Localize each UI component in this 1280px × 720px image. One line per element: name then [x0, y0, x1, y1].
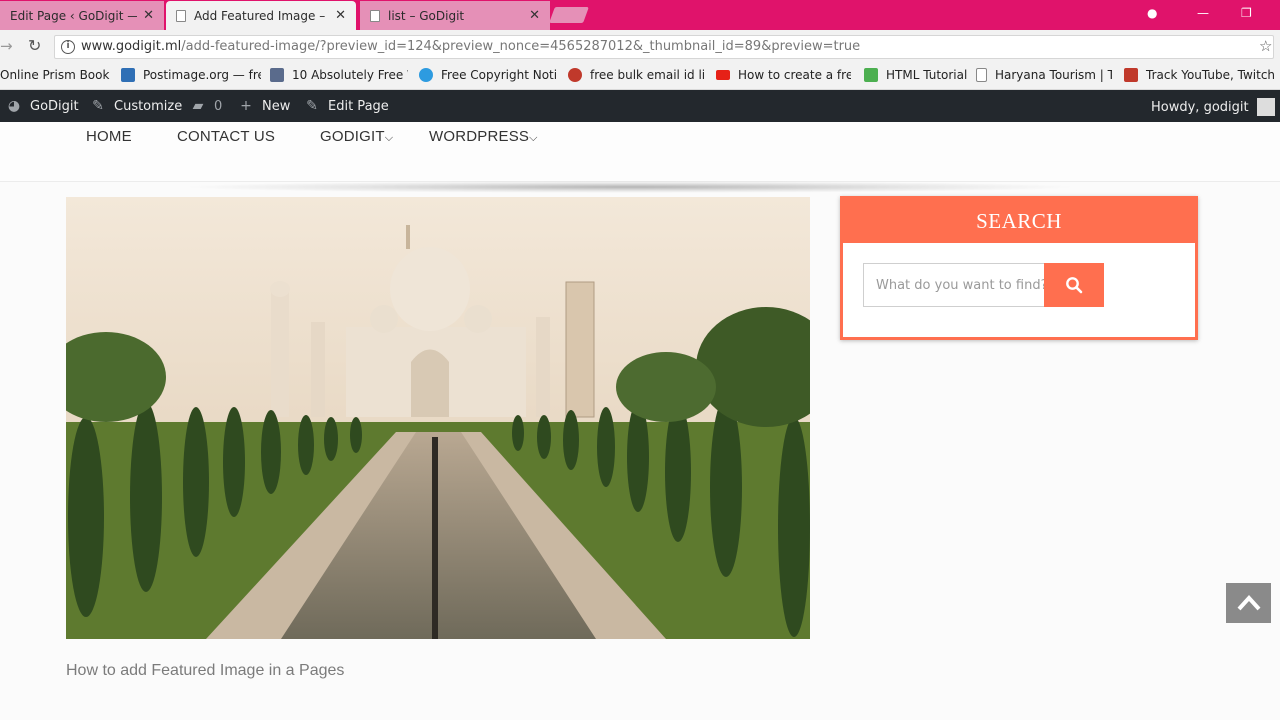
admin-edit-page-label: Edit Page [328, 98, 389, 114]
bookmark-label: Track YouTube, Twitch [1146, 68, 1276, 82]
star-icon[interactable]: ☆ [1259, 37, 1272, 55]
chevron-up-icon [1237, 595, 1260, 611]
bookmark-label: Free Copyright Notice [441, 68, 557, 82]
reload-icon[interactable]: ↻ [28, 36, 41, 55]
divider-shadow [180, 181, 1080, 193]
featured-image [66, 197, 810, 639]
nav-label: GODIGIT [320, 128, 385, 145]
browser-tab-strip: Edit Page ‹ GoDigit — W ✕ Add Featured I… [0, 0, 1280, 30]
address-bar-row: → ↻ i www.godigit.ml/add-featured-image/… [0, 30, 1280, 63]
close-icon[interactable]: ✕ [335, 8, 346, 23]
scroll-to-top-button[interactable] [1226, 583, 1271, 623]
close-icon[interactable]: ✕ [529, 8, 540, 23]
youtube-icon [716, 70, 730, 80]
bookmarks-bar: Online Prism Books P Postimage.org — fre… [0, 63, 1280, 90]
comments-count: 0 [214, 98, 223, 114]
search-button[interactable] [1044, 263, 1104, 307]
nav-label: WORDPRESS [429, 128, 530, 145]
bookmark-item[interactable]: HTML Tutorial [864, 68, 968, 82]
search-icon [1066, 277, 1083, 294]
postimage-icon [121, 68, 135, 82]
bookmark-label: HTML Tutorial [886, 68, 968, 82]
url-field[interactable]: i www.godigit.ml/add-featured-image/?pre… [54, 35, 1274, 59]
bookmark-favicon [568, 68, 582, 82]
admin-customize-link[interactable]: ✎ Customize [90, 98, 182, 114]
w3-icon [864, 68, 878, 82]
tab-title: Edit Page ‹ GoDigit — W [10, 8, 137, 23]
site-nav: HOME CONTACT US GODIGIT⌵ WORDPRESS⌵ [0, 122, 1280, 182]
nav-home[interactable]: HOME [86, 128, 132, 145]
bookmark-item[interactable]: Online Prism Books P [0, 68, 110, 82]
page-icon [176, 9, 186, 22]
howdy-label: Howdy, godigit [1151, 99, 1249, 115]
comment-icon: ▰ [192, 98, 204, 114]
avatar [1256, 98, 1275, 116]
chart-icon [1124, 68, 1138, 82]
page-icon [976, 68, 987, 82]
admin-edit-page-link[interactable]: ✎ Edit Page [304, 98, 389, 114]
admin-new-label: New [262, 98, 291, 114]
bookmark-item[interactable]: Postimage.org — free [121, 68, 261, 82]
plus-icon: + [240, 98, 252, 114]
close-icon[interactable]: ✕ [143, 8, 154, 23]
pencil-icon: ✎ [306, 98, 318, 114]
search-widget-title: SEARCH [843, 199, 1195, 243]
admin-site-name: GoDigit [30, 98, 79, 114]
bookmark-label: free bulk email id list [590, 68, 704, 82]
minimize-icon[interactable]: — [1197, 6, 1209, 20]
admin-customize-label: Customize [114, 98, 183, 114]
nav-label: CONTACT US [177, 128, 276, 145]
nav-wordpress[interactable]: WORDPRESS⌵ [429, 128, 538, 145]
brush-icon: ✎ [92, 98, 104, 114]
wp-admin-bar: ◕ GoDigit ✎ Customize ▰ 0 + New ✎ Edit P… [0, 90, 1280, 122]
browser-tab-edit-page[interactable]: Edit Page ‹ GoDigit — W ✕ [0, 1, 164, 30]
browser-tab-add-featured-image[interactable]: Add Featured Image – G ✕ [166, 1, 356, 30]
chevron-down-icon: ⌵ [529, 132, 538, 144]
restore-icon[interactable]: ❐ [1241, 6, 1252, 20]
admin-site-link[interactable]: ◕ GoDigit [6, 98, 79, 114]
profile-icon[interactable]: ● [1147, 6, 1157, 20]
bookmark-favicon [270, 68, 284, 82]
bookmark-item[interactable]: Track YouTube, Twitch [1124, 68, 1280, 82]
tab-title: list – GoDigit [388, 8, 465, 23]
bookmark-item[interactable]: How to create a free [716, 68, 851, 82]
tab-title: Add Featured Image – G [194, 8, 330, 23]
bookmark-item[interactable]: Haryana Tourism | To [976, 68, 1112, 82]
bookmark-item[interactable]: free bulk email id list [568, 68, 704, 82]
chevron-down-icon: ⌵ [384, 132, 394, 144]
page-icon [370, 9, 380, 22]
admin-comments-link[interactable]: ▰ 0 [190, 98, 223, 114]
admin-new-link[interactable]: + New [238, 98, 290, 114]
search-widget: SEARCH [840, 196, 1198, 340]
bookmark-item[interactable]: 10 Absolutely Free W [270, 68, 408, 82]
bookmark-label: Online Prism Books P [0, 68, 110, 82]
browser-tab-list[interactable]: list – GoDigit ✕ [360, 1, 550, 30]
bookmark-label: Haryana Tourism | To [995, 68, 1112, 82]
dashboard-icon: ◕ [7, 98, 21, 114]
bookmark-label: Postimage.org — free [143, 68, 261, 82]
bookmark-item[interactable]: Free Copyright Notice [419, 68, 557, 82]
search-input[interactable] [863, 263, 1044, 307]
nav-godigit[interactable]: GODIGIT⌵ [320, 128, 393, 145]
nav-label: HOME [86, 128, 132, 145]
nav-contact-us[interactable]: CONTACT US [177, 128, 275, 145]
page-caption: How to add Featured Image in a Pages [66, 662, 345, 679]
url-host: www.godigit.ml [81, 39, 182, 54]
globe-icon [419, 68, 433, 82]
forward-icon[interactable]: → [0, 37, 13, 55]
new-tab-button[interactable] [549, 7, 589, 23]
bookmark-label: How to create a free [738, 68, 851, 82]
admin-account-menu[interactable]: Howdy, godigit [1151, 98, 1275, 116]
url-path: /add-featured-image/?preview_id=124&prev… [181, 39, 861, 54]
bookmark-label: 10 Absolutely Free W [292, 68, 408, 82]
info-icon[interactable]: i [61, 40, 75, 54]
